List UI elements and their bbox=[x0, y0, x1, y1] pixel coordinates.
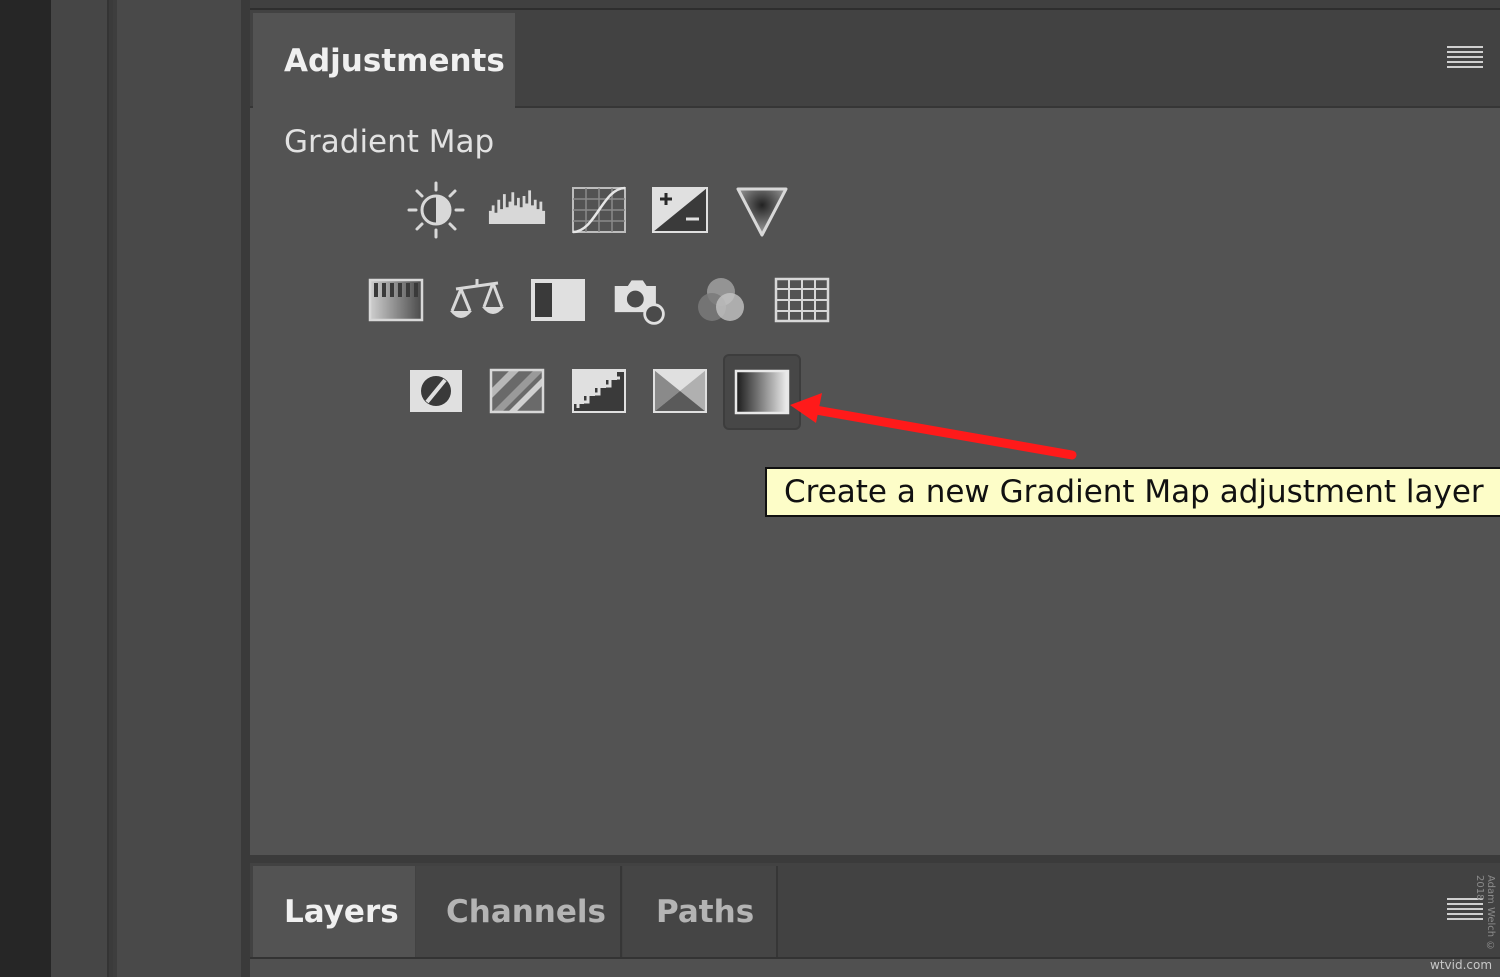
tab-channels[interactable]: Channels bbox=[416, 866, 622, 958]
curves-icon[interactable] bbox=[570, 181, 628, 239]
tab-paths[interactable]: Paths bbox=[623, 866, 778, 958]
dock-divider[interactable] bbox=[241, 0, 250, 977]
channel-mixer-icon[interactable] bbox=[692, 271, 750, 329]
photo-filter-icon[interactable] bbox=[611, 271, 669, 329]
black-white-icon[interactable] bbox=[529, 271, 587, 329]
tab-adjustments-label: Adjustments bbox=[284, 42, 505, 79]
layers-panel-body bbox=[250, 959, 1500, 977]
invert-icon[interactable] bbox=[407, 362, 465, 420]
vibrance-icon[interactable] bbox=[733, 181, 791, 239]
annotation-arrow bbox=[790, 393, 1077, 460]
tab-layers-label: Layers bbox=[284, 894, 399, 930]
levels-icon[interactable] bbox=[488, 181, 546, 239]
selective-color-icon[interactable] bbox=[651, 362, 709, 420]
posterize-icon[interactable] bbox=[488, 362, 546, 420]
panel-top-edge bbox=[250, 0, 1500, 10]
tab-paths-label: Paths bbox=[656, 894, 755, 930]
color-balance-icon[interactable] bbox=[448, 271, 506, 329]
toolbar-column bbox=[51, 0, 107, 977]
collapsed-panel-dock bbox=[117, 0, 241, 977]
tooltip-text: Create a new Gradient Map adjustment lay… bbox=[784, 474, 1484, 510]
exposure-icon[interactable] bbox=[651, 181, 709, 239]
tab-channels-label: Channels bbox=[446, 894, 606, 930]
column-divider[interactable] bbox=[107, 0, 109, 977]
tab-adjustments[interactable]: Adjustments bbox=[253, 13, 515, 108]
left-edge-strip bbox=[0, 0, 51, 977]
threshold-icon[interactable] bbox=[570, 362, 628, 420]
color-lookup-icon[interactable] bbox=[773, 271, 831, 329]
watermark: wtvid.com bbox=[1430, 958, 1493, 972]
panel-menu-icon[interactable] bbox=[1447, 46, 1483, 70]
section-title: Gradient Map bbox=[284, 124, 495, 160]
tooltip: Create a new Gradient Map adjustment lay… bbox=[765, 467, 1500, 517]
tab-layers[interactable]: Layers bbox=[253, 866, 415, 958]
hue-saturation-icon[interactable] bbox=[367, 271, 425, 329]
brightness-contrast-icon[interactable] bbox=[407, 181, 465, 239]
